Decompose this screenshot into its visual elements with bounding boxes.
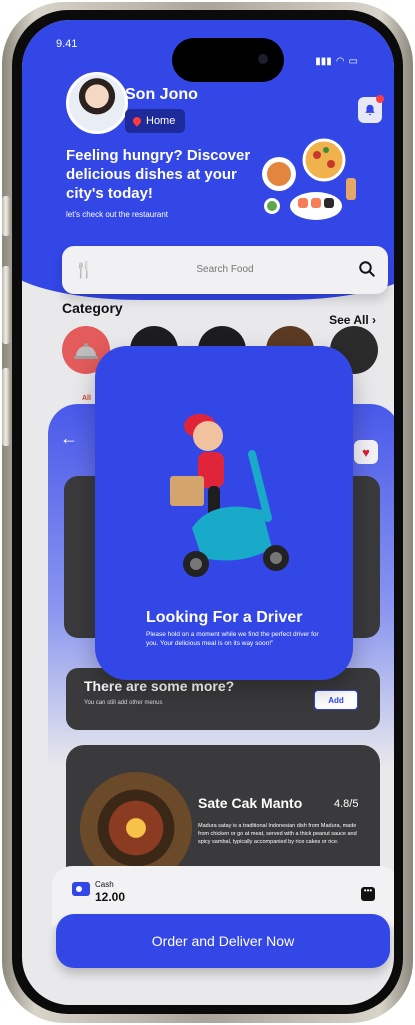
add-button[interactable]: Add bbox=[314, 690, 358, 710]
action-button bbox=[2, 196, 10, 236]
category-label-all: All bbox=[82, 395, 91, 402]
back-arrow-icon[interactable]: ← bbox=[60, 428, 78, 449]
notification-dot bbox=[376, 95, 384, 103]
user-name: Son Jono bbox=[125, 86, 198, 103]
modal-title: Looking For a Driver bbox=[146, 609, 303, 626]
hero-headline: Feeling hungry? Discover delicious dishe… bbox=[66, 147, 251, 202]
payment-amount: 12.00 bbox=[95, 890, 126, 904]
dish-rating: 4.8/5 bbox=[334, 798, 359, 810]
camera-icon bbox=[258, 54, 268, 64]
dynamic-island bbox=[172, 38, 284, 82]
bell-icon bbox=[365, 104, 375, 116]
status-icons: ▮▮▮ ◠ ▭ bbox=[315, 56, 358, 67]
location-pin-icon bbox=[131, 115, 143, 127]
search-icon[interactable] bbox=[358, 260, 376, 278]
see-all-label: See All bbox=[329, 313, 369, 327]
location-label: Home bbox=[146, 115, 176, 127]
notification-button[interactable] bbox=[358, 95, 384, 123]
modal-text: Please hold on a moment while we find th… bbox=[146, 631, 319, 647]
status-time: 9.41 bbox=[56, 38, 78, 50]
food-illustration bbox=[262, 138, 356, 220]
scooter-driver-illustration bbox=[170, 414, 289, 577]
heart-icon: ♥ bbox=[362, 444, 370, 460]
dish-description: Madura satay is a traditional Indonesian… bbox=[198, 823, 357, 845]
more-menu-subtitle: You can still add other menus bbox=[84, 700, 163, 706]
wallet-icon bbox=[72, 882, 90, 896]
signal-icon: ▮▮▮ bbox=[315, 56, 332, 67]
avatar[interactable] bbox=[66, 72, 128, 134]
payment-method: Cash bbox=[95, 880, 114, 889]
more-menu-title: There are some more? bbox=[84, 678, 235, 694]
wifi-icon: ◠ bbox=[335, 56, 345, 67]
location-selector[interactable]: Home bbox=[125, 109, 186, 133]
category-title: Category bbox=[62, 300, 123, 316]
hero-subtext: let's check out the restaurant bbox=[66, 210, 169, 219]
order-button[interactable]: Order and Deliver Now bbox=[56, 914, 390, 968]
see-all-link[interactable]: See All › bbox=[329, 313, 376, 327]
battery-icon: ▭ bbox=[348, 56, 358, 67]
volume-down-button bbox=[2, 368, 10, 446]
search-placeholder: Search Food bbox=[196, 264, 254, 275]
search-bar[interactable]: 🍴 Search Food bbox=[62, 246, 388, 294]
phone-screen: 9.41 ▮▮▮ ◠ ▭ Son Jono Home Feeling hungr… bbox=[22, 20, 394, 1005]
more-options-icon[interactable]: ••• bbox=[361, 887, 375, 901]
favorite-button[interactable]: ♥ bbox=[354, 440, 378, 464]
dish-name: Sate Cak Manto bbox=[198, 795, 303, 811]
volume-up-button bbox=[2, 266, 10, 344]
